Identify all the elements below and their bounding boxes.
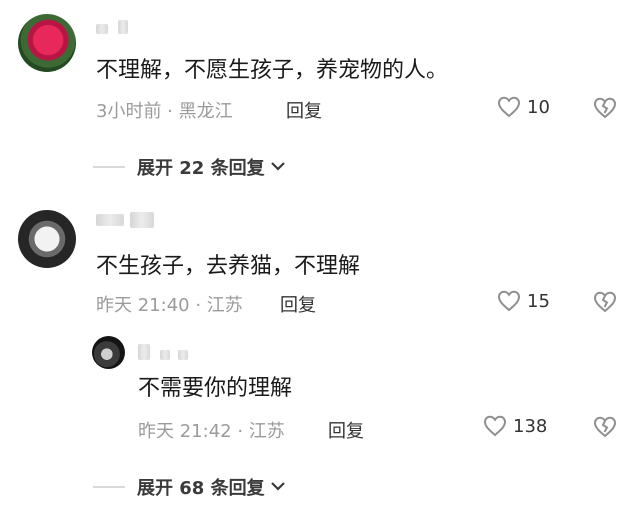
comment-text: 不理解，不愿生孩子，养宠物的人。 bbox=[96, 58, 449, 83]
reply-button[interactable]: 回复 bbox=[328, 417, 364, 443]
username-redacted[interactable] bbox=[96, 18, 132, 34]
heart-icon bbox=[497, 290, 521, 312]
username-redacted[interactable] bbox=[96, 212, 160, 228]
chevron-down-icon bbox=[269, 477, 287, 498]
divider bbox=[93, 166, 125, 168]
avatar[interactable] bbox=[18, 210, 76, 268]
like-count: 138 bbox=[513, 415, 548, 437]
reply-text: 不需要你的理解 bbox=[138, 376, 293, 401]
expand-replies-label: 展开 22 条回复 bbox=[137, 158, 265, 179]
reply-button[interactable]: 回复 bbox=[286, 97, 322, 123]
avatar[interactable] bbox=[92, 336, 125, 369]
chevron-down-icon bbox=[269, 157, 287, 178]
like-button[interactable]: 10 bbox=[497, 96, 550, 118]
like-count: 15 bbox=[527, 290, 550, 312]
like-button[interactable]: 138 bbox=[483, 415, 547, 437]
expand-replies-button[interactable]: 展开 68 条回复 bbox=[137, 474, 287, 500]
avatar[interactable] bbox=[18, 14, 76, 72]
reply-meta: 昨天 21:42 · 江苏 bbox=[138, 421, 285, 442]
heart-icon bbox=[483, 415, 507, 437]
broken-heart-icon[interactable] bbox=[593, 416, 617, 438]
comment-text: 不生孩子，去养猫，不理解 bbox=[96, 254, 361, 279]
heart-icon bbox=[497, 96, 521, 118]
expand-replies-label: 展开 68 条回复 bbox=[137, 478, 265, 499]
comment-meta: 3小时前 · 黑龙江 bbox=[96, 101, 233, 122]
comment-meta: 昨天 21:40 · 江苏 bbox=[96, 295, 243, 316]
like-count: 10 bbox=[527, 96, 550, 118]
broken-heart-icon[interactable] bbox=[593, 291, 617, 313]
like-button[interactable]: 15 bbox=[497, 290, 550, 312]
expand-replies-button[interactable]: 展开 22 条回复 bbox=[137, 154, 287, 180]
reply-button[interactable]: 回复 bbox=[280, 291, 316, 317]
username-redacted[interactable] bbox=[138, 344, 202, 360]
divider bbox=[93, 486, 125, 488]
broken-heart-icon[interactable] bbox=[593, 97, 617, 119]
